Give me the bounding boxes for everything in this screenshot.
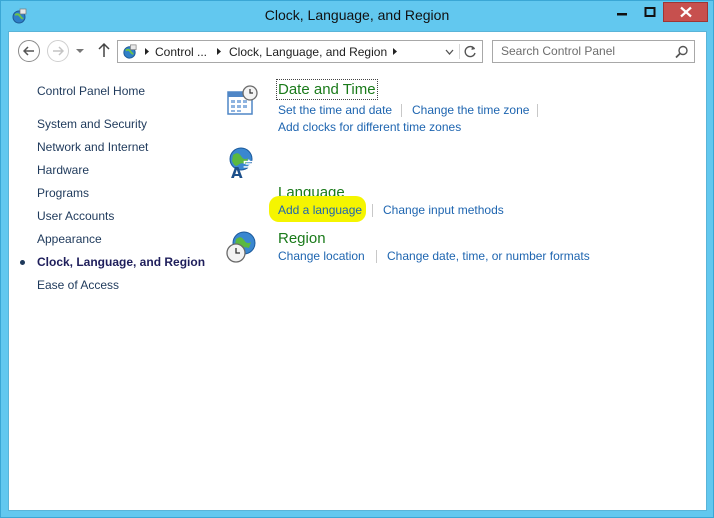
change-location-link[interactable]: Change location bbox=[278, 249, 365, 263]
client-area: Control ... Clock, Language, and Region … bbox=[8, 31, 707, 511]
sidebar-item-system-and-security[interactable]: System and Security bbox=[37, 117, 147, 131]
sidebar: Control Panel Home System and Security N… bbox=[9, 70, 209, 510]
close-icon bbox=[679, 6, 692, 18]
breadcrumb-clock-language-region[interactable]: Clock, Language, and Region bbox=[229, 45, 387, 59]
search-box[interactable] bbox=[492, 40, 695, 63]
add-a-language-link[interactable]: Add a language bbox=[278, 203, 362, 217]
set-time-and-date-link[interactable]: Set the time and date bbox=[278, 103, 392, 117]
task-separator bbox=[401, 104, 402, 117]
change-formats-link[interactable]: Change date, time, or number formats bbox=[387, 249, 590, 263]
search-input[interactable] bbox=[501, 44, 671, 58]
address-divider bbox=[459, 44, 460, 59]
active-item-bullet bbox=[20, 260, 25, 265]
sidebar-item-ease-of-access[interactable]: Ease of Access bbox=[37, 278, 119, 292]
region-title[interactable]: Region bbox=[278, 230, 326, 247]
forward-button[interactable] bbox=[47, 40, 69, 62]
task-separator bbox=[537, 104, 538, 117]
back-button[interactable] bbox=[18, 40, 40, 62]
svg-text:A: A bbox=[231, 164, 243, 180]
sidebar-item-hardware[interactable]: Hardware bbox=[37, 163, 89, 177]
task-separator bbox=[376, 250, 377, 263]
control-panel-icon bbox=[123, 44, 137, 59]
navigation-bar: Control ... Clock, Language, and Region bbox=[9, 32, 706, 70]
change-time-zone-link[interactable]: Change the time zone bbox=[412, 103, 529, 117]
title-bar[interactable]: Clock, Language, and Region bbox=[1, 1, 713, 31]
back-arrow-icon bbox=[23, 46, 34, 56]
close-button[interactable] bbox=[663, 2, 708, 22]
main-content: Date and Time Set the time and date Chan… bbox=[219, 70, 706, 510]
chevron-right-icon[interactable] bbox=[392, 47, 398, 56]
address-bar[interactable]: Control ... Clock, Language, and Region bbox=[117, 40, 483, 63]
forward-arrow-icon bbox=[53, 46, 64, 56]
breadcrumb-control-panel[interactable]: Control ... bbox=[155, 45, 207, 59]
sidebar-item-appearance[interactable]: Appearance bbox=[37, 232, 102, 246]
maximize-icon bbox=[644, 7, 655, 17]
maximize-button[interactable] bbox=[636, 2, 663, 22]
task-separator bbox=[372, 204, 373, 217]
region-globe-clock-icon[interactable] bbox=[226, 230, 260, 264]
language-globe-icon[interactable]: A 字 bbox=[226, 146, 260, 180]
window: Clock, Language, and Region Control ... … bbox=[0, 0, 714, 518]
sidebar-item-network-and-internet[interactable]: Network and Internet bbox=[37, 140, 148, 154]
sidebar-item-control-panel-home[interactable]: Control Panel Home bbox=[37, 84, 145, 98]
refresh-icon[interactable] bbox=[464, 45, 477, 58]
address-dropdown-icon[interactable] bbox=[445, 49, 454, 55]
search-icon[interactable] bbox=[675, 45, 689, 59]
window-title: Clock, Language, and Region bbox=[264, 7, 450, 23]
chevron-right-icon[interactable] bbox=[144, 47, 150, 56]
add-clocks-link[interactable]: Add clocks for different time zones bbox=[278, 120, 461, 134]
svg-text:字: 字 bbox=[243, 158, 255, 173]
sidebar-item-clock-language-region[interactable]: Clock, Language, and Region bbox=[37, 255, 205, 269]
up-arrow-icon[interactable] bbox=[97, 42, 111, 58]
sidebar-item-programs[interactable]: Programs bbox=[37, 186, 89, 200]
date-and-time-title[interactable]: Date and Time bbox=[276, 79, 378, 100]
chevron-right-icon[interactable] bbox=[216, 47, 222, 56]
calendar-clock-icon[interactable] bbox=[226, 84, 260, 118]
change-input-methods-link[interactable]: Change input methods bbox=[383, 203, 504, 217]
chevron-down-icon[interactable] bbox=[75, 47, 85, 55]
sidebar-item-user-accounts[interactable]: User Accounts bbox=[37, 209, 114, 223]
minimize-icon bbox=[617, 13, 627, 16]
minimize-button[interactable] bbox=[608, 2, 636, 22]
